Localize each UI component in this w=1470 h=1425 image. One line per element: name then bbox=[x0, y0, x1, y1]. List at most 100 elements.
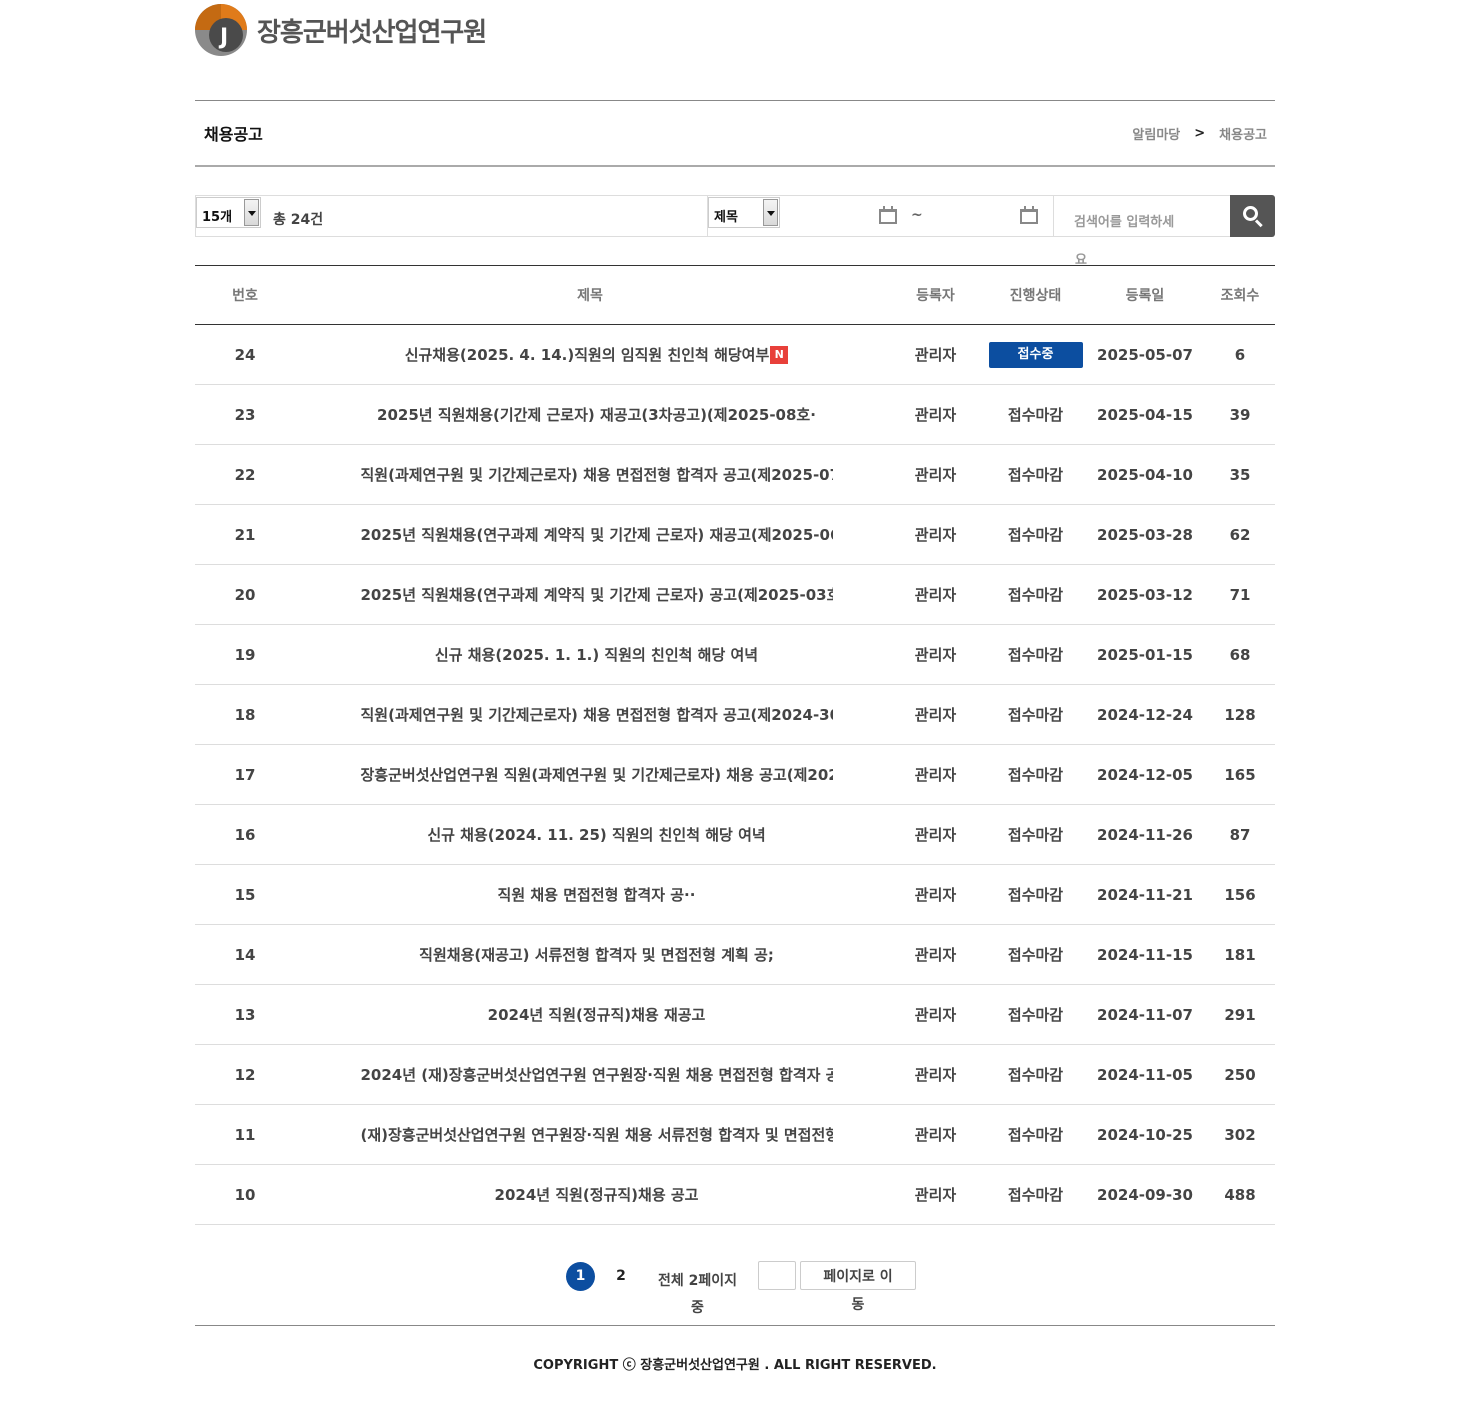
status-text: 접수마감 bbox=[1007, 946, 1064, 964]
table-row[interactable]: 12 2024년 (재)장흥군버섯산업연구원 연구원장·직원 채용 면접전형 합격… bbox=[195, 1044, 1275, 1105]
row-views: 6 bbox=[1205, 324, 1275, 385]
row-status: 접수마감 bbox=[986, 384, 1085, 445]
row-number: 24 bbox=[195, 324, 295, 385]
post-title-link[interactable]: 2025년 직원채용(기간제 근로자) 재공고(3차공고)(제2025-08호· bbox=[364, 404, 816, 425]
post-title-link[interactable]: (재)장흥군버섯산업연구원 연구원장·직원 채용 서류전형 합격자 및 면접전형 bbox=[348, 1124, 833, 1145]
page-title: 채용공고 bbox=[204, 125, 263, 144]
status-text: 접수마감 bbox=[1007, 766, 1064, 784]
row-number: 12 bbox=[195, 1044, 295, 1105]
row-status: 접수마감 bbox=[986, 1104, 1085, 1165]
table-row[interactable]: 22 직원(과제연구원 및 기간제근로자) 채용 면접전형 합격자 공고(제202… bbox=[195, 444, 1275, 505]
table-row[interactable]: 11 (재)장흥군버섯산업연구원 연구원장·직원 채용 서류전형 합격자 및 면접… bbox=[195, 1104, 1275, 1165]
row-date: 2025-03-12 bbox=[1085, 564, 1205, 625]
row-date: 2024-11-21 bbox=[1085, 864, 1205, 925]
row-views: 291 bbox=[1205, 984, 1275, 1045]
post-title-link[interactable]: 직원 채용 면접전형 합격자 공·· bbox=[485, 884, 696, 905]
page-link[interactable]: 2 bbox=[611, 1268, 631, 1284]
row-date: 2024-10-25 bbox=[1085, 1104, 1205, 1165]
page-current[interactable]: 1 bbox=[566, 1262, 595, 1291]
row-title-cell: 직원채용(재공고) 서류전형 합격자 및 면접전형 계획 공; bbox=[295, 924, 885, 985]
page-number-input[interactable] bbox=[758, 1261, 796, 1290]
search-input[interactable] bbox=[1053, 195, 1230, 237]
table-row[interactable]: 16 신규 채용(2024. 11. 25) 직원의 친인척 해당 여녁 관리자 접수… bbox=[195, 804, 1275, 865]
table-row[interactable]: 18 직원(과제연구원 및 기간제근로자) 채용 면접전형 합격자 공고(제202… bbox=[195, 684, 1275, 745]
post-title-link[interactable]: 신규채용(2025. 4. 14.)직원의 임직원 친인척 해당여부 bbox=[392, 344, 770, 365]
row-status: 접수마감 bbox=[986, 624, 1085, 685]
post-title-link[interactable]: 신규 채용(2024. 11. 25) 직원의 친인척 해당 여녁 bbox=[414, 824, 765, 845]
row-title-cell: 2025년 직원채용(연구과제 계약직 및 기간제 근로자) 공고(제2025-… bbox=[295, 564, 885, 625]
breadcrumb-home[interactable]: 알림마당 bbox=[1132, 124, 1180, 143]
date-range-separator: ~ bbox=[911, 207, 923, 223]
go-to-page-button[interactable]: 페이지로 이 bbox=[800, 1261, 916, 1290]
row-date: 2024-12-24 bbox=[1085, 684, 1205, 745]
table-row[interactable]: 23 2025년 직원채용(기간제 근로자) 재공고(3차공고)(제2025-08… bbox=[195, 384, 1275, 445]
post-title-link[interactable]: 직원(과제연구원 및 기간제근로자) 채용 면접전형 합격자 공고(제2024-… bbox=[348, 704, 833, 725]
row-title-cell: 2024년 직원(정규직)채용 공고 bbox=[295, 1164, 885, 1225]
status-text: 접수마감 bbox=[1007, 706, 1064, 724]
row-author: 관리자 bbox=[885, 864, 986, 925]
row-title-cell: 2025년 직원채용(기간제 근로자) 재공고(3차공고)(제2025-08호· bbox=[295, 384, 885, 445]
table-row[interactable]: 17 장흥군버섯산업연구원 직원(과제연구원 및 기간제근로자) 채용 공고(제2… bbox=[195, 744, 1275, 805]
post-title-link[interactable]: 장흥군버섯산업연구원 직원(과제연구원 및 기간제근로자) 채용 공고(제202 bbox=[348, 764, 833, 785]
chevron-down-icon[interactable] bbox=[763, 199, 778, 226]
row-status: 접수마감 bbox=[986, 1044, 1085, 1105]
row-views: 165 bbox=[1205, 744, 1275, 805]
chevron-down-icon[interactable] bbox=[244, 199, 259, 226]
row-date: 2025-05-07 bbox=[1085, 324, 1205, 385]
list-size-area: 15개 총 24건 bbox=[195, 195, 707, 237]
row-number: 21 bbox=[195, 504, 295, 565]
end-date-calendar-icon[interactable] bbox=[1020, 206, 1038, 224]
search-button[interactable] bbox=[1230, 195, 1275, 237]
status-text: 접수마감 bbox=[1007, 526, 1064, 544]
row-views: 87 bbox=[1205, 804, 1275, 865]
row-status: 접수마감 bbox=[986, 444, 1085, 505]
table-row[interactable]: 19 신규 채용(2025. 1. 1.) 직원의 친인척 해당 여녁 관리자 접수마… bbox=[195, 624, 1275, 685]
row-status: 접수마감 bbox=[986, 1164, 1085, 1225]
post-title-link[interactable]: 2025년 직원채용(연구과제 계약직 및 기간제 근로자) 재공고(제2025… bbox=[348, 524, 833, 545]
go-to-page-overflow: 동 bbox=[851, 1297, 865, 1313]
search-field-select[interactable]: 제목 bbox=[708, 197, 780, 228]
breadcrumb-current[interactable]: 채용공고 bbox=[1219, 124, 1267, 143]
table-row[interactable]: 24 신규채용(2025. 4. 14.)직원의 임직원 친인척 해당여부 N 관리자… bbox=[195, 324, 1275, 385]
site-header: J 장흥군버섯산업연구원 bbox=[195, 0, 487, 60]
table-row[interactable]: 10 2024년 직원(정규직)채용 공고 관리자 접수마감 2024-09-30 488 bbox=[195, 1164, 1275, 1225]
row-views: 488 bbox=[1205, 1164, 1275, 1225]
status-text: 접수마감 bbox=[1007, 1126, 1064, 1144]
table-row[interactable]: 14 직원채용(재공고) 서류전형 합격자 및 면접전형 계획 공; 관리자 접수마감… bbox=[195, 924, 1275, 985]
row-status: 접수마감 bbox=[986, 744, 1085, 805]
copyright: COPYRIGHT ⓒ 장흥군버섯산업연구원 . ALL RIGHT RESER… bbox=[533, 1358, 937, 1373]
post-title-link[interactable]: 2024년 직원(정규직)채용 재공고 bbox=[475, 1004, 706, 1025]
row-title-cell: 2024년 직원(정규직)채용 재공고 bbox=[295, 984, 885, 1045]
row-views: 302 bbox=[1205, 1104, 1275, 1165]
table-row[interactable]: 20 2025년 직원채용(연구과제 계약직 및 기간제 근로자) 공고(제202… bbox=[195, 564, 1275, 625]
post-title-link[interactable]: 2024년 (재)장흥군버섯산업연구원 연구원장·직원 채용 면접전형 합격자 … bbox=[348, 1064, 833, 1085]
row-status: 접수마감 bbox=[986, 564, 1085, 625]
post-title-link[interactable]: 직원채용(재공고) 서류전형 합격자 및 면접전형 계획 공; bbox=[406, 944, 774, 965]
table-row[interactable]: 21 2025년 직원채용(연구과제 계약직 및 기간제 근로자) 재공고(제20… bbox=[195, 504, 1275, 565]
post-title-link[interactable]: 2025년 직원채용(연구과제 계약직 및 기간제 근로자) 공고(제2025-… bbox=[348, 584, 833, 605]
row-status: 접수마감 bbox=[986, 804, 1085, 865]
row-title-cell: 신규 채용(2025. 1. 1.) 직원의 친인척 해당 여녁 bbox=[295, 624, 885, 685]
row-number: 17 bbox=[195, 744, 295, 805]
start-date-calendar-icon[interactable] bbox=[879, 206, 897, 224]
post-title-link[interactable]: 2024년 직원(정규직)채용 공고 bbox=[482, 1184, 699, 1205]
row-views: 62 bbox=[1205, 504, 1275, 565]
post-title-link[interactable]: 직원(과제연구원 및 기간제근로자) 채용 면접전형 합격자 공고(제2025-… bbox=[348, 464, 833, 485]
row-status: 접수마감 bbox=[986, 504, 1085, 565]
row-status: 접수마감 bbox=[986, 864, 1085, 925]
row-title-cell: 2025년 직원채용(연구과제 계약직 및 기간제 근로자) 재공고(제2025… bbox=[295, 504, 885, 565]
row-author: 관리자 bbox=[885, 1164, 986, 1225]
status-text: 접수마감 bbox=[1007, 886, 1064, 904]
pagination: 1 2 전체 2페이지 중 페이지로 이 동 bbox=[0, 1260, 1470, 1320]
row-author: 관리자 bbox=[885, 324, 986, 385]
row-date: 2024-12-05 bbox=[1085, 744, 1205, 805]
post-title-link[interactable]: 신규 채용(2025. 1. 1.) 직원의 친인척 해당 여녁 bbox=[422, 644, 758, 665]
table-row[interactable]: 13 2024년 직원(정규직)채용 재공고 관리자 접수마감 2024-11-07 29… bbox=[195, 984, 1275, 1045]
page-size-select[interactable]: 15개 bbox=[196, 197, 261, 228]
table-row[interactable]: 15 직원 채용 면접전형 합격자 공·· 관리자 접수마감 2024-11-21 156 bbox=[195, 864, 1275, 925]
logo-icon[interactable]: J bbox=[195, 4, 247, 56]
status-badge: 접수중 bbox=[988, 341, 1083, 368]
row-title-cell: (재)장흥군버섯산업연구원 연구원장·직원 채용 서류전형 합격자 및 면접전형 bbox=[295, 1104, 885, 1165]
site-name[interactable]: 장흥군버섯산업연구원 bbox=[257, 12, 487, 49]
row-date: 2025-04-15 bbox=[1085, 384, 1205, 445]
